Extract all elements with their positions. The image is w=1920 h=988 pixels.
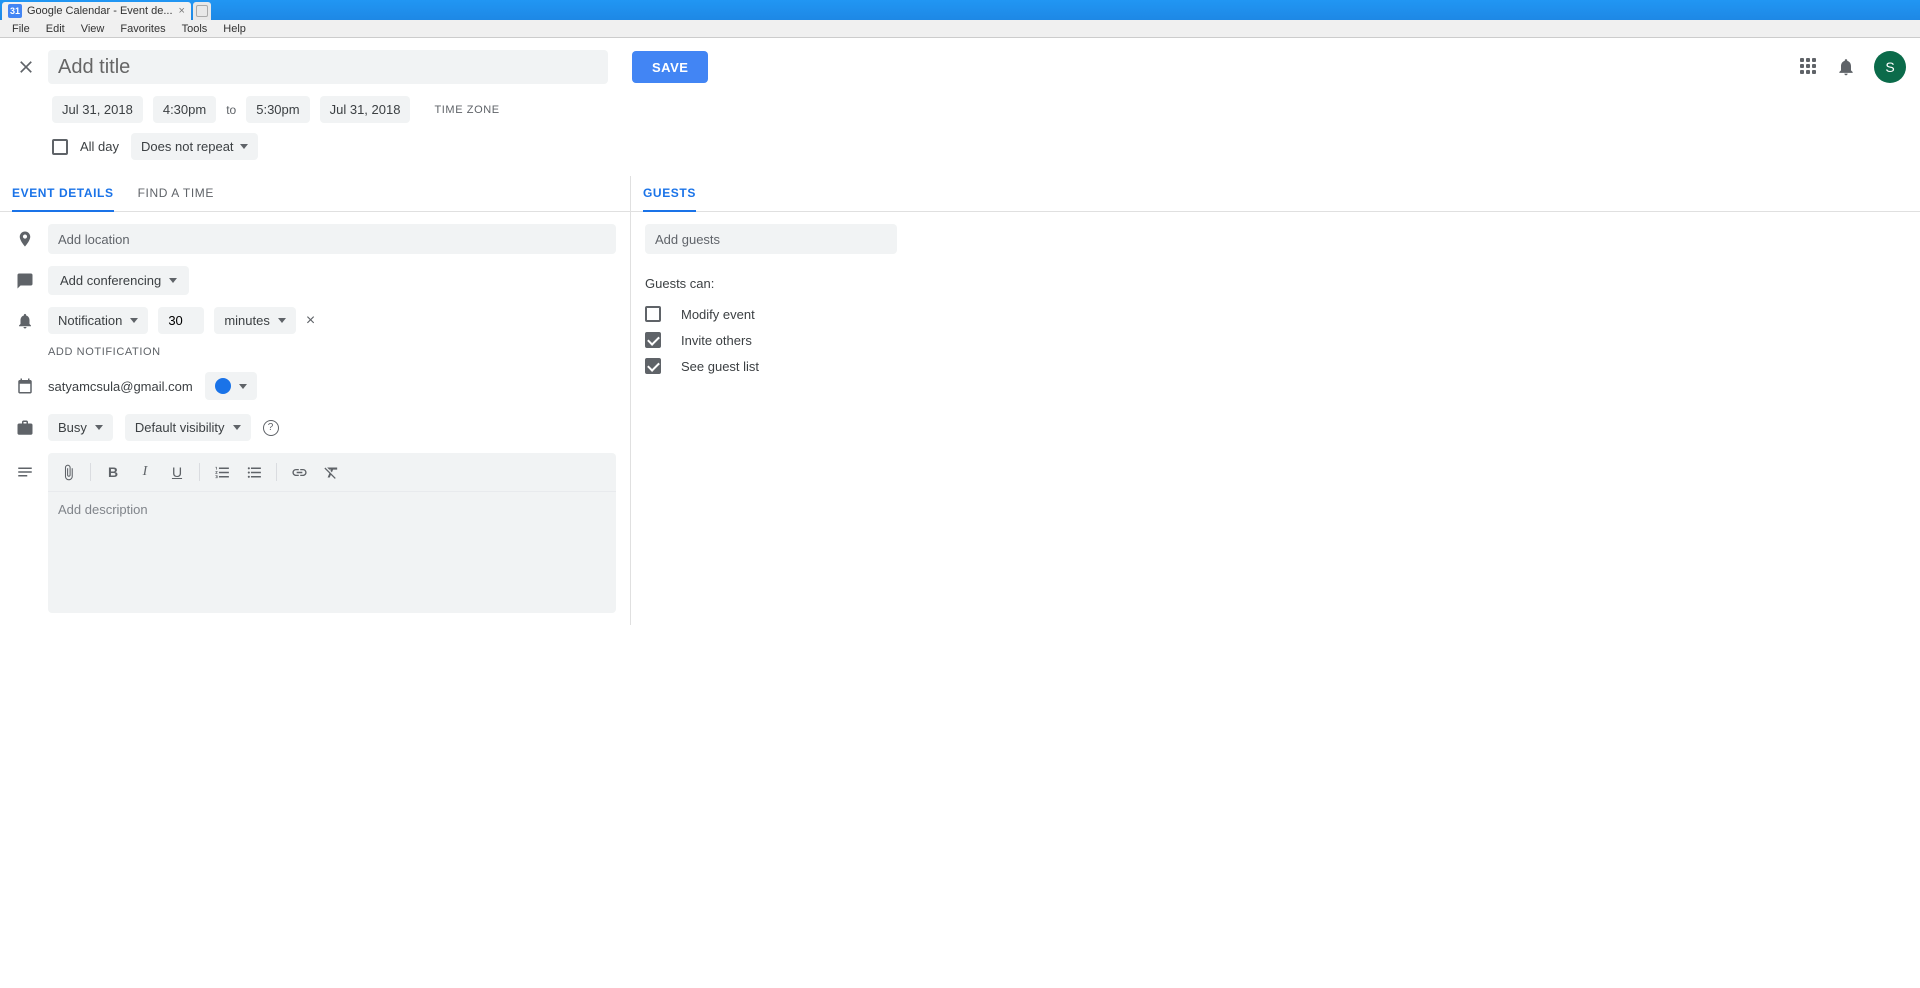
chevron-down-icon — [95, 425, 103, 430]
options-row: All day Does not repeat — [0, 123, 1920, 176]
to-label: to — [226, 103, 236, 117]
calendar-color-dropdown[interactable] — [205, 372, 257, 400]
see-guest-list-label: See guest list — [681, 359, 759, 374]
description-textarea[interactable]: Add description — [48, 492, 616, 612]
repeat-dropdown[interactable]: Does not repeat — [131, 133, 258, 160]
chevron-down-icon — [239, 384, 247, 389]
briefcase-icon — [14, 419, 36, 437]
guests-panel: Guests can: Modify event Invite others S… — [631, 212, 911, 391]
end-date-picker[interactable]: Jul 31, 2018 — [320, 96, 411, 123]
location-icon — [14, 230, 36, 248]
browser-menubar: File Edit View Favorites Tools Help — [0, 20, 1920, 38]
description-icon — [14, 463, 36, 481]
start-time-picker[interactable]: 4:30pm — [153, 96, 216, 123]
description-editor: B I U Add description — [48, 453, 616, 613]
right-tabs: GUESTS — [631, 176, 1920, 212]
calendar-favicon: 31 — [8, 4, 22, 18]
tab-close-icon[interactable]: × — [179, 5, 185, 17]
conferencing-icon — [14, 272, 36, 290]
menu-edit[interactable]: Edit — [38, 21, 73, 37]
attach-icon[interactable] — [54, 459, 82, 485]
color-dot-icon — [215, 378, 231, 394]
visibility-dropdown[interactable]: Default visibility — [125, 414, 251, 441]
close-icon[interactable] — [14, 55, 38, 79]
notification-type-dropdown[interactable]: Notification — [48, 307, 148, 334]
add-guests-input[interactable] — [645, 224, 897, 254]
notification-value-input[interactable] — [158, 307, 204, 334]
start-date-picker[interactable]: Jul 31, 2018 — [52, 96, 143, 123]
left-tabs: EVENT DETAILS FIND A TIME — [0, 176, 630, 212]
invite-others-label: Invite others — [681, 333, 752, 348]
notification-unit-dropdown[interactable]: minutes — [214, 307, 296, 334]
tab-find-a-time[interactable]: FIND A TIME — [138, 176, 214, 211]
browser-titlebar: 31 Google Calendar - Event de... × — [0, 0, 1920, 20]
bulleted-list-icon[interactable] — [240, 459, 268, 485]
account-avatar[interactable]: S — [1874, 51, 1906, 83]
datetime-row: Jul 31, 2018 4:30pm to 5:30pm Jul 31, 20… — [0, 92, 1920, 123]
end-time-picker[interactable]: 5:30pm — [246, 96, 309, 123]
chevron-down-icon — [169, 278, 177, 283]
timezone-button[interactable]: TIME ZONE — [434, 104, 499, 116]
numbered-list-icon[interactable] — [208, 459, 236, 485]
modify-event-label: Modify event — [681, 307, 755, 322]
all-day-label: All day — [80, 139, 119, 154]
help-icon[interactable]: ? — [263, 420, 279, 436]
guests-can-label: Guests can: — [645, 276, 897, 291]
menu-favorites[interactable]: Favorites — [112, 21, 173, 37]
save-button[interactable]: SAVE — [632, 51, 708, 83]
chevron-down-icon — [233, 425, 241, 430]
bold-icon[interactable]: B — [99, 459, 127, 485]
new-tab-button[interactable] — [193, 2, 211, 20]
notifications-icon[interactable] — [1836, 57, 1856, 77]
invite-others-checkbox[interactable] — [645, 332, 661, 348]
see-guest-list-checkbox[interactable] — [645, 358, 661, 374]
browser-tab[interactable]: 31 Google Calendar - Event de... × — [2, 2, 191, 20]
chevron-down-icon — [130, 318, 138, 323]
menu-file[interactable]: File — [4, 21, 38, 37]
underline-icon[interactable]: U — [163, 459, 191, 485]
tab-event-details[interactable]: EVENT DETAILS — [12, 176, 114, 212]
modify-event-checkbox[interactable] — [645, 306, 661, 322]
menu-help[interactable]: Help — [215, 21, 254, 37]
calendar-icon — [14, 377, 36, 395]
tab-title: Google Calendar - Event de... — [27, 5, 173, 17]
all-day-checkbox[interactable] — [52, 139, 68, 155]
link-icon[interactable] — [285, 459, 313, 485]
editor-toolbar: B I U — [48, 453, 616, 492]
menu-view[interactable]: View — [73, 21, 113, 37]
italic-icon[interactable]: I — [131, 459, 159, 485]
tab-guests[interactable]: GUESTS — [643, 176, 696, 212]
event-details-panel: Add conferencing Notification minutes × — [0, 212, 630, 625]
location-input[interactable] — [48, 224, 616, 254]
event-title-input[interactable] — [48, 50, 608, 84]
menu-tools[interactable]: Tools — [174, 21, 216, 37]
conferencing-dropdown[interactable]: Add conferencing — [48, 266, 189, 295]
chevron-down-icon — [278, 318, 286, 323]
chevron-down-icon — [240, 144, 248, 149]
bell-icon — [14, 312, 36, 330]
calendar-email-label: satyamcsula@gmail.com — [48, 379, 193, 394]
add-notification-button[interactable]: ADD NOTIFICATION — [48, 346, 616, 358]
availability-dropdown[interactable]: Busy — [48, 414, 113, 441]
apps-grid-icon[interactable] — [1800, 58, 1818, 76]
remove-notification-icon[interactable]: × — [306, 312, 315, 330]
event-header: SAVE S — [0, 38, 1920, 92]
clear-format-icon[interactable] — [317, 459, 345, 485]
